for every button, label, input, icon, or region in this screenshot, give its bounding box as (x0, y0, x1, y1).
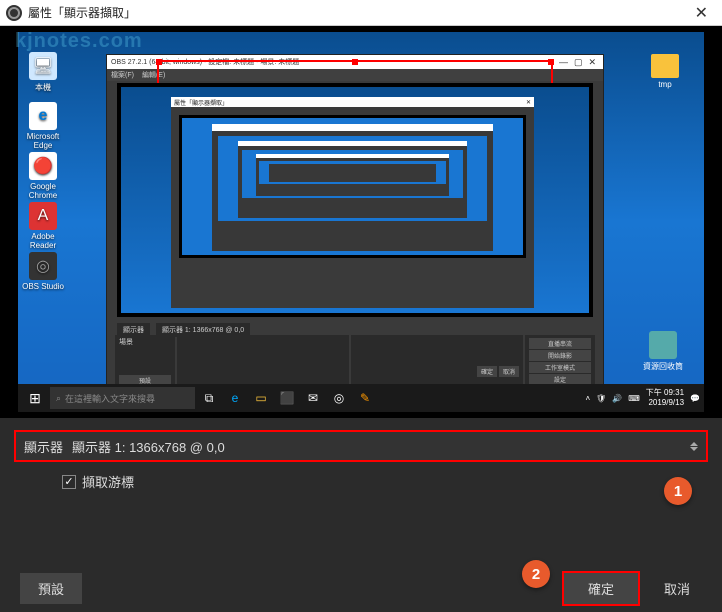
nested-preview: 屬性「顯示器擷取」✕ (117, 83, 593, 317)
footer: 預設 確定 取消 (0, 564, 722, 612)
desktop-icon-obs: ◎OBS Studio (22, 252, 64, 291)
store-icon[interactable]: ⬛ (275, 386, 299, 410)
desktop-icon-edge: eMicrosoft Edge (22, 102, 64, 150)
close-button[interactable]: ✕ (687, 3, 716, 23)
display-label: 顯示器 (24, 437, 72, 456)
preview-area: 🖥本機 eMicrosoft Edge 🔴Google Chrome AAdob… (0, 26, 722, 418)
desktop-icon-chrome: 🔴Google Chrome (22, 152, 64, 200)
app-icon[interactable]: ✎ (353, 386, 377, 410)
explorer-icon[interactable]: ▭ (249, 386, 273, 410)
window-title: 屬性「顯示器擷取」 (28, 4, 687, 21)
desktop-bg: 🖥本機 eMicrosoft Edge 🔴Google Chrome AAdob… (18, 32, 704, 412)
display-value: 顯示器 1: 1366x768 @ 0,0 (72, 437, 690, 456)
preset-button[interactable]: 預設 (20, 573, 82, 604)
inner-obs-window: OBS 27.2.1 (64-bit, windows) - 設定檔: 未標題 … (106, 54, 604, 406)
obs-taskbar-icon[interactable]: ◎ (327, 386, 351, 410)
taskbar: ⊞ ⌕ 在這裡輸入文字來搜尋 ⧉ e ▭ ⬛ ✉ ◎ ✎ ˄🛡🔊⌨ 下午 09:… (18, 384, 704, 412)
system-tray[interactable]: ˄🛡🔊⌨ 下午 09:312019/9/13 💬 (585, 388, 700, 407)
cursor-label: 擷取游標 (82, 472, 134, 491)
annotation-marker-1: 1 (664, 477, 692, 505)
display-selector[interactable]: 顯示器 顯示器 1: 1366x768 @ 0,0 (14, 430, 708, 462)
inner-panels: 場景預設 確定 取消 直播串流 開始錄影 工作室模式 設定 (115, 335, 595, 387)
capture-cursor-checkbox[interactable]: ✓ 擷取游標 (14, 462, 708, 491)
checkbox-icon: ✓ (62, 475, 76, 489)
search-icon: ⌕ (56, 393, 61, 404)
start-button[interactable]: ⊞ (22, 386, 48, 410)
tmp-folder: tmp (644, 54, 686, 89)
titlebar: 屬性「顯示器擷取」 ✕ (0, 0, 722, 26)
desktop-icon-adobe: AAdobe Reader (22, 202, 64, 250)
taskbar-search[interactable]: ⌕ 在這裡輸入文字來搜尋 (50, 387, 195, 409)
taskview-icon[interactable]: ⧉ (197, 386, 221, 410)
recycle-bin: 資源回收筒 (642, 331, 684, 372)
form-area: 顯示器 顯示器 1: 1366x768 @ 0,0 ✓ 擷取游標 (0, 418, 722, 503)
spinner-icon[interactable] (690, 442, 698, 451)
edge-taskbar-icon[interactable]: e (223, 386, 247, 410)
cancel-button[interactable]: 取消 (652, 573, 702, 604)
obs-app-icon (6, 5, 22, 21)
desktop-icon-computer: 🖥本機 (22, 52, 64, 93)
ok-button[interactable]: 確定 (562, 571, 640, 606)
watermark: kjnotes.com (15, 30, 143, 53)
mail-icon[interactable]: ✉ (301, 386, 325, 410)
